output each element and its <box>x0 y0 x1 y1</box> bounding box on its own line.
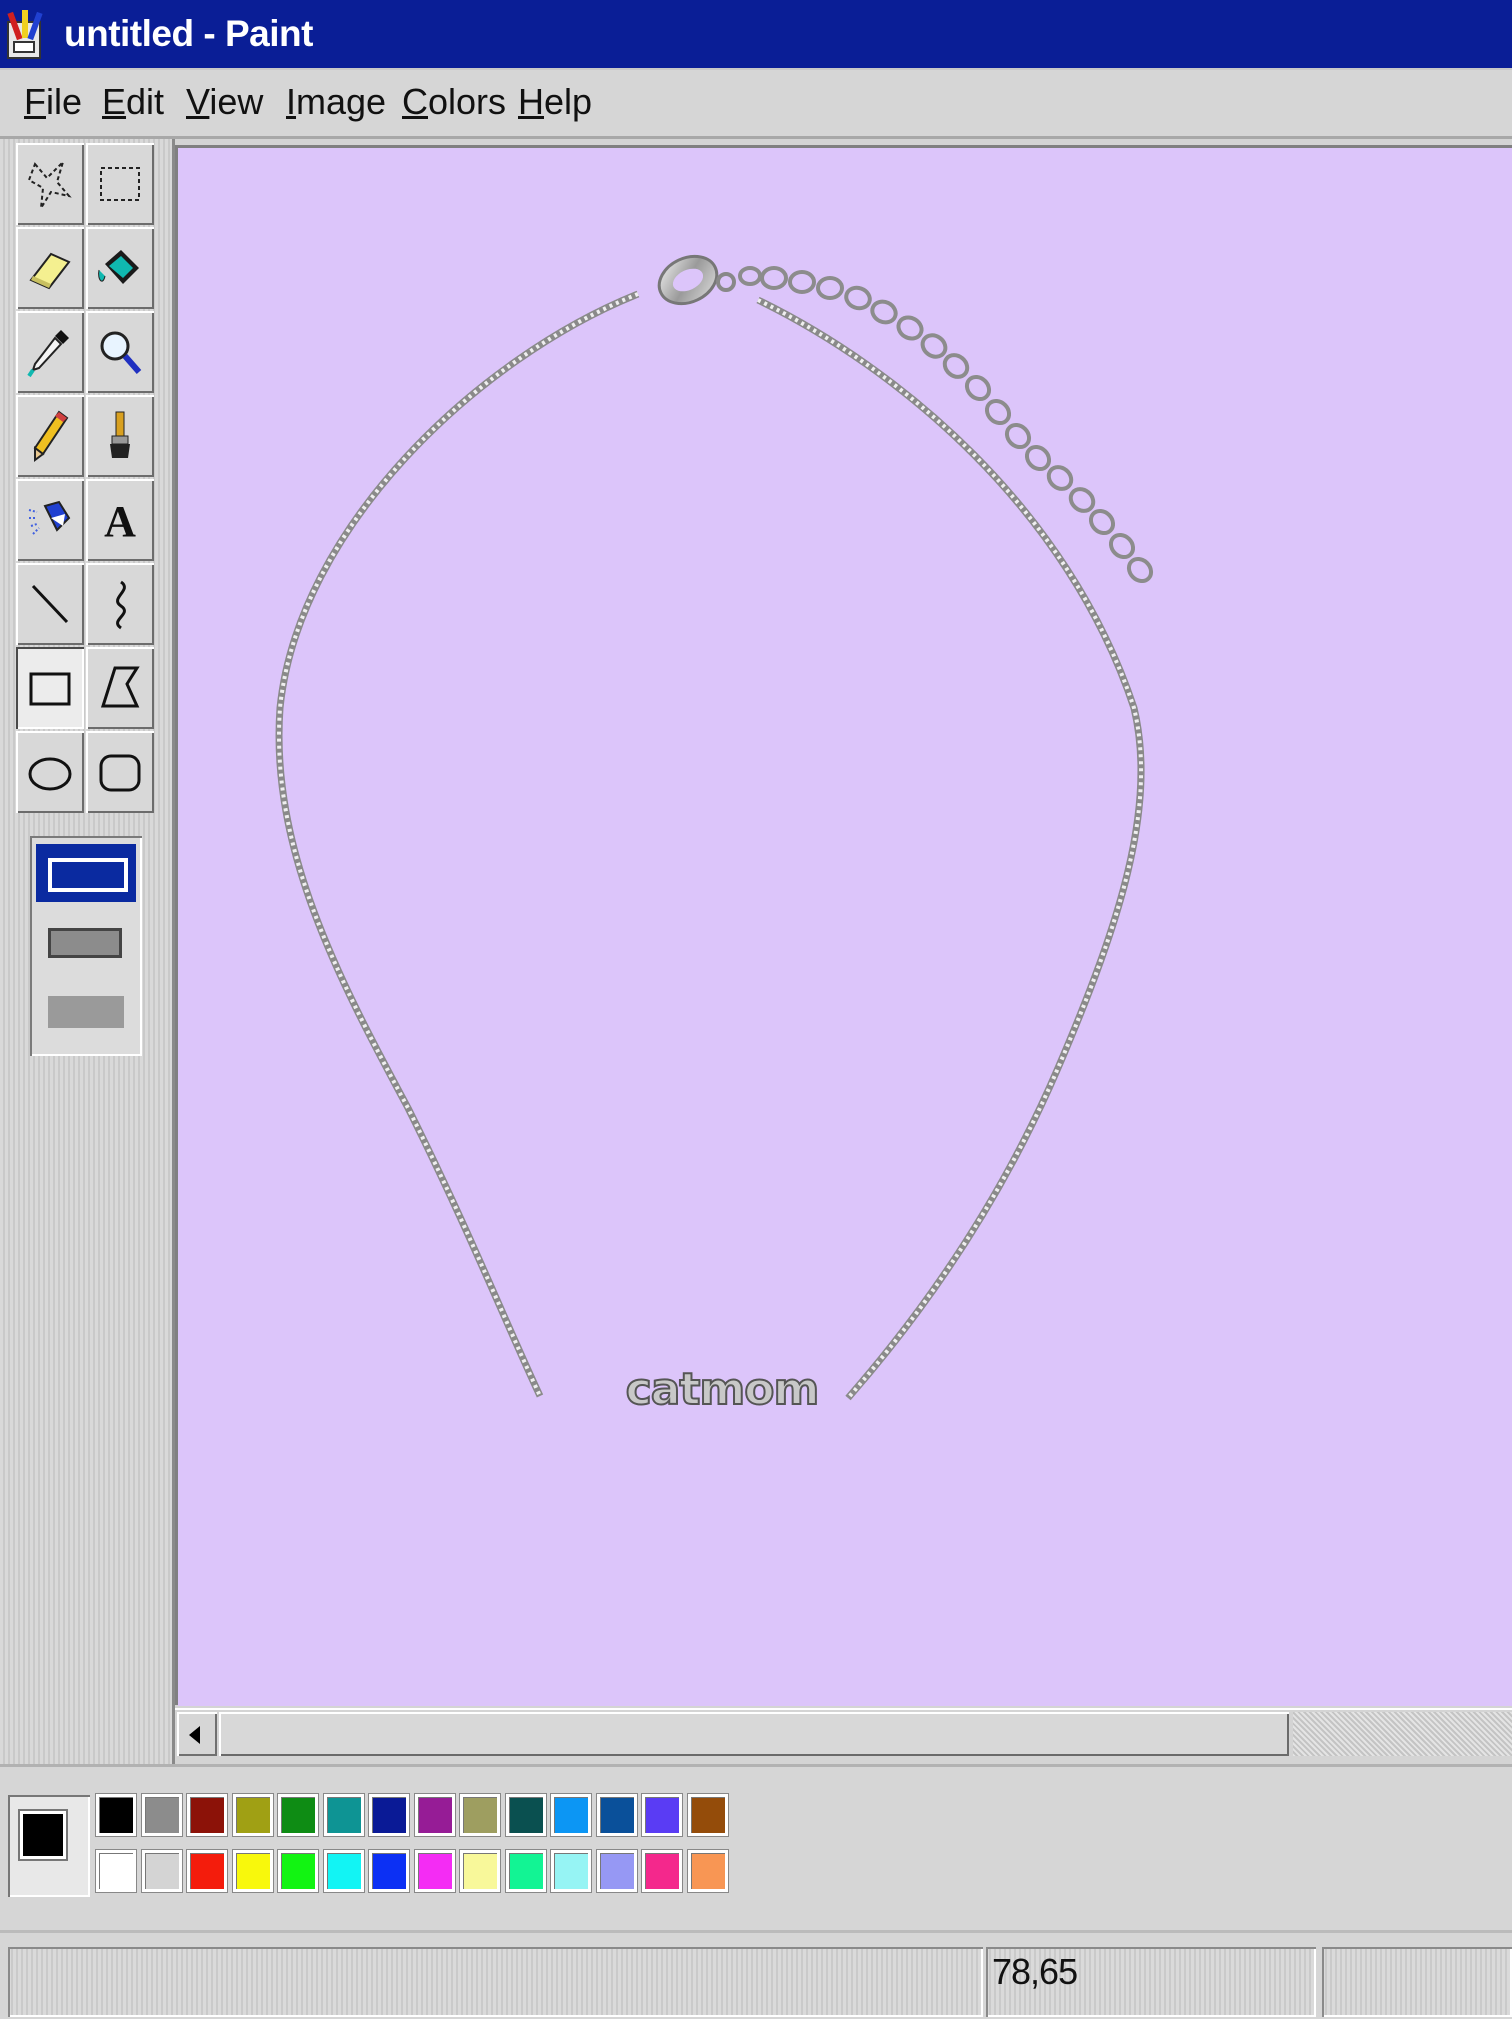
foreground-color[interactable] <box>20 1811 66 1859</box>
arrow-left-icon <box>189 1726 200 1744</box>
menu-edit[interactable]: Edit <box>102 80 164 124</box>
fill-style-fill-only[interactable] <box>48 996 124 1028</box>
tool-airbrush[interactable] <box>16 479 84 561</box>
pencil-icon <box>33 410 69 462</box>
palette-swatch[interactable] <box>187 1850 227 1892</box>
eraser-icon <box>29 252 71 290</box>
necklace-chain-left <box>275 290 640 1398</box>
palette-swatch[interactable] <box>596 1850 637 1892</box>
menu-bar: File Edit View Image Colors Help <box>0 70 1512 139</box>
curve-tool-icon <box>116 580 126 630</box>
fill-style-outline[interactable] <box>36 844 136 902</box>
polygon-tool-icon <box>100 666 140 708</box>
horizontal-scrollbar[interactable] <box>175 1708 1512 1760</box>
menu-view[interactable]: View <box>186 80 263 124</box>
drawing-canvas[interactable]: catmom <box>178 148 1512 1706</box>
menu-image[interactable]: Image <box>286 80 386 124</box>
palette-swatch[interactable] <box>232 1850 273 1892</box>
palette-swatch[interactable] <box>369 1850 409 1892</box>
palette-swatch[interactable] <box>323 1794 364 1836</box>
free-form-select-icon <box>27 161 72 209</box>
palette-swatch[interactable] <box>232 1794 273 1836</box>
tool-eraser[interactable] <box>16 227 84 309</box>
palette-swatch[interactable] <box>642 1850 682 1892</box>
tool-text[interactable]: A <box>86 479 154 561</box>
palette-swatch[interactable] <box>460 1850 500 1892</box>
palette-swatch[interactable] <box>551 1850 591 1892</box>
palette-swatch[interactable] <box>505 1850 546 1892</box>
status-bar <box>0 1930 1512 2019</box>
scroll-track[interactable] <box>1293 1712 1512 1756</box>
rectangle-tool-icon <box>29 672 71 706</box>
brush-icon <box>110 411 130 458</box>
window-title: untitled - Paint <box>64 13 313 54</box>
palette-swatch[interactable] <box>96 1794 136 1836</box>
fill-style-outline-fill[interactable] <box>48 928 122 958</box>
status-message <box>8 1947 983 2017</box>
lobster-clasp <box>657 254 736 306</box>
airbrush-icon <box>28 500 71 535</box>
palette-swatch[interactable] <box>141 1794 182 1836</box>
palette-swatch[interactable] <box>414 1850 455 1892</box>
fill-bucket-icon <box>98 250 139 284</box>
menu-help[interactable]: Help <box>518 80 592 124</box>
ellipse-tool-icon <box>28 757 72 791</box>
tool-options <box>30 836 142 1056</box>
tool-pick-color[interactable] <box>16 311 84 393</box>
tool-brush[interactable] <box>86 395 154 477</box>
magnifier-icon <box>100 331 142 374</box>
palette-swatch[interactable] <box>596 1794 637 1836</box>
status-size-cell <box>1322 1947 1512 2017</box>
palette-swatch[interactable] <box>187 1794 227 1836</box>
title-bar: untitled - Paint <box>0 0 1512 70</box>
palette-swatch[interactable] <box>460 1794 500 1836</box>
palette-swatch[interactable] <box>278 1794 318 1836</box>
palette-swatch[interactable] <box>278 1850 318 1892</box>
tool-rectangle[interactable] <box>16 647 84 729</box>
toolbox: A <box>16 143 160 821</box>
current-colors[interactable] <box>8 1795 90 1897</box>
menu-file[interactable]: File <box>24 80 82 124</box>
pendant-text: catmom <box>626 1364 819 1415</box>
text-tool-icon: A <box>104 497 136 546</box>
tool-free-form-select[interactable] <box>16 143 84 225</box>
tool-rectangle-select[interactable] <box>86 143 154 225</box>
line-tool-icon <box>31 584 69 624</box>
menu-colors[interactable]: Colors <box>402 80 506 124</box>
tool-rounded-rectangle[interactable] <box>86 731 154 813</box>
palette-swatch[interactable] <box>551 1794 591 1836</box>
palette-swatch[interactable] <box>96 1850 136 1892</box>
cursor-coordinates: 78,65 <box>992 1951 1078 1992</box>
tool-fill[interactable] <box>86 227 154 309</box>
rounded-rectangle-tool-icon <box>99 754 141 792</box>
tool-polygon[interactable] <box>86 647 154 729</box>
tool-pencil[interactable] <box>16 395 84 477</box>
scroll-left-button[interactable] <box>177 1712 217 1756</box>
svg-text:A: A <box>104 497 136 546</box>
tool-curve[interactable] <box>86 563 154 645</box>
scroll-thumb[interactable] <box>219 1712 1289 1756</box>
palette-swatch[interactable] <box>687 1850 728 1892</box>
palette-swatch[interactable] <box>369 1794 409 1836</box>
tool-ellipse[interactable] <box>16 731 84 813</box>
paint-app-icon <box>7 10 43 59</box>
tool-magnifier[interactable] <box>86 311 154 393</box>
necklace-chain-right <box>756 296 1145 1401</box>
palette-swatch[interactable] <box>323 1850 364 1892</box>
rectangle-select-icon <box>100 167 140 201</box>
palette-swatch[interactable] <box>687 1794 728 1836</box>
palette-swatch[interactable] <box>642 1794 682 1836</box>
necklace-image: catmom <box>275 254 1154 1416</box>
palette-swatch[interactable] <box>141 1850 182 1892</box>
color-picker-icon <box>27 330 69 378</box>
tool-line[interactable] <box>16 563 84 645</box>
color-palette <box>92 1794 730 1898</box>
palette-swatch[interactable] <box>505 1794 546 1836</box>
palette-swatch[interactable] <box>414 1794 455 1836</box>
